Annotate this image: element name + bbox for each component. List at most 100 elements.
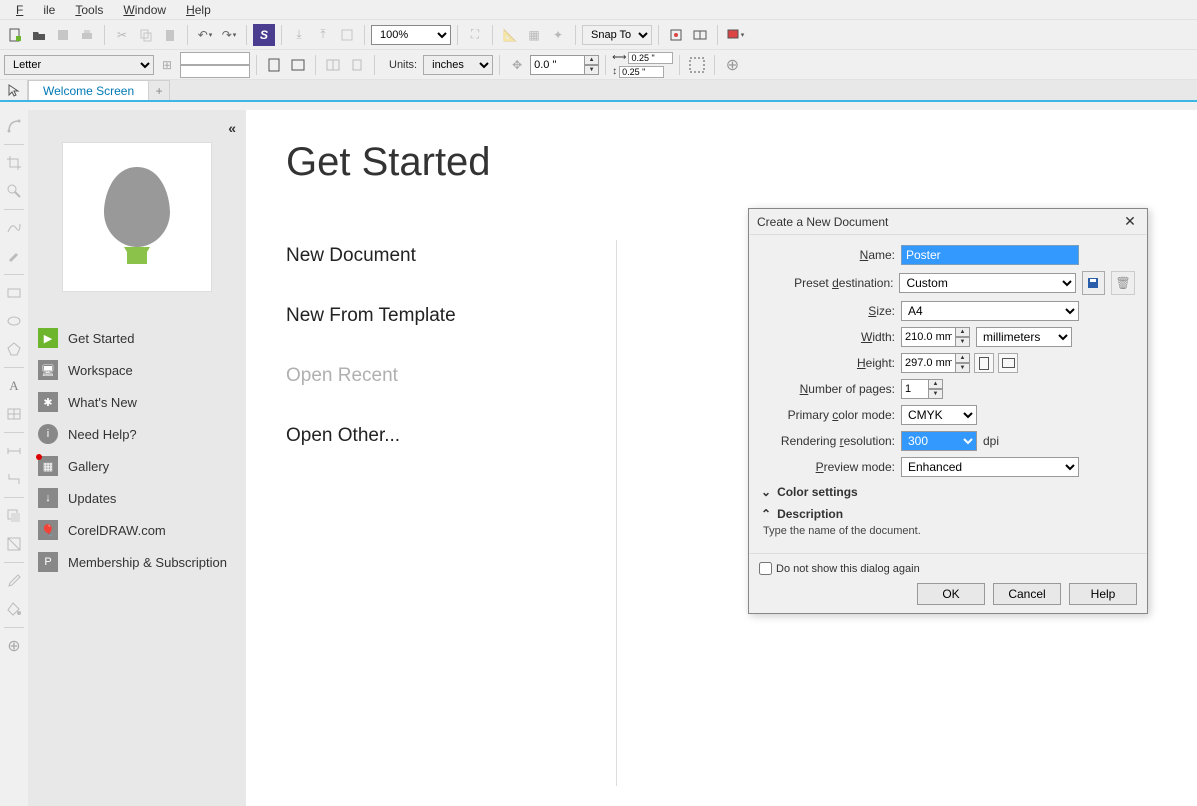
- name-input[interactable]: [901, 245, 1079, 265]
- preset-select[interactable]: Custom: [899, 273, 1075, 293]
- undo-icon[interactable]: ↶: [194, 24, 216, 46]
- pages-input[interactable]: [901, 379, 929, 399]
- menu-help[interactable]: Help: [176, 1, 221, 19]
- side-need-help[interactable]: iNeed Help?: [28, 418, 246, 450]
- color-settings-section[interactable]: ⌄Color settings: [761, 485, 1135, 499]
- description-section[interactable]: ⌃Description: [761, 507, 1135, 521]
- nudge-input[interactable]: [530, 55, 585, 75]
- dup-y-input[interactable]: [619, 66, 664, 78]
- pick-tool-icon[interactable]: [0, 80, 28, 100]
- property-bar: Letter ⊞ Units: inches ✥ ▲▼ ⟷ ↕ ⊕: [0, 50, 1197, 80]
- ellipse-tool-icon[interactable]: [2, 309, 26, 333]
- page-size-select[interactable]: Letter: [4, 55, 154, 75]
- dropshadow-tool-icon[interactable]: [2, 504, 26, 528]
- standard-toolbar: ✂ ↶ ↷ S ⤓ ⤒ 100% ⛶ 📐 ▦ ✦ Snap To: [0, 20, 1197, 50]
- tab-welcome[interactable]: Welcome Screen: [28, 80, 149, 100]
- portrait-orient-icon[interactable]: [974, 353, 994, 373]
- paste-icon[interactable]: [159, 24, 181, 46]
- label-preset: Preset destination:: [761, 276, 899, 290]
- zoom-select[interactable]: 100%: [371, 25, 451, 45]
- snap-to-select[interactable]: Snap To: [582, 25, 652, 45]
- width-units-select[interactable]: millimeters: [976, 327, 1072, 347]
- import-icon[interactable]: ⤓: [288, 24, 310, 46]
- grid-icon[interactable]: ▦: [523, 24, 545, 46]
- label-preview: Preview mode:: [761, 460, 901, 474]
- landscape-orient-icon[interactable]: [998, 353, 1018, 373]
- side-workspace[interactable]: 🖥Workspace: [28, 354, 246, 386]
- shape-tool-icon[interactable]: [2, 114, 26, 138]
- side-get-started[interactable]: ▶Get Started: [28, 322, 246, 354]
- delete-preset-icon[interactable]: 🗑: [1111, 271, 1135, 295]
- transparency-tool-icon[interactable]: [2, 532, 26, 556]
- resolution-select[interactable]: 300: [901, 431, 977, 451]
- connector-tool-icon[interactable]: [2, 467, 26, 491]
- current-page-icon[interactable]: [346, 54, 368, 76]
- page-title: Get Started: [286, 140, 1157, 185]
- welcome-sidebar: « ▶Get Started 🖥Workspace ✱What's New iN…: [28, 110, 246, 806]
- rulers-icon[interactable]: 📐: [499, 24, 521, 46]
- menu-window[interactable]: Window: [113, 1, 176, 19]
- publish-pdf-icon[interactable]: [336, 24, 358, 46]
- artistic-media-icon[interactable]: [2, 244, 26, 268]
- search-content-icon[interactable]: S: [253, 24, 275, 46]
- fullscreen-icon[interactable]: ⛶: [464, 24, 486, 46]
- save-preset-icon[interactable]: [1082, 271, 1106, 295]
- menu-file[interactable]: File: [6, 1, 65, 19]
- options-icon-2[interactable]: [689, 24, 711, 46]
- copy-icon[interactable]: [135, 24, 157, 46]
- cancel-button[interactable]: Cancel: [993, 583, 1061, 605]
- options-icon-1[interactable]: [665, 24, 687, 46]
- label-size: Size:: [761, 304, 901, 318]
- treat-as-filled-icon[interactable]: [686, 54, 708, 76]
- crop-tool-icon[interactable]: [2, 151, 26, 175]
- polygon-tool-icon[interactable]: [2, 337, 26, 361]
- tab-add-icon[interactable]: +: [148, 80, 170, 100]
- preview-select[interactable]: Enhanced: [901, 457, 1079, 477]
- menu-bar: File Tools Window Help: [0, 0, 1197, 20]
- export-icon[interactable]: ⤒: [312, 24, 334, 46]
- new-doc-icon[interactable]: [4, 24, 26, 46]
- table-tool-icon[interactable]: [2, 402, 26, 426]
- label-width: Width:: [761, 330, 901, 344]
- portrait-icon[interactable]: [263, 54, 285, 76]
- launch-icon[interactable]: [724, 24, 746, 46]
- collapse-icon[interactable]: «: [228, 120, 236, 136]
- side-corel[interactable]: 🎈CorelDRAW.com: [28, 514, 246, 546]
- side-updates[interactable]: ↓Updates: [28, 482, 246, 514]
- new-document-dialog: Create a New Document ✕ Name: Preset des…: [748, 208, 1148, 614]
- cut-icon[interactable]: ✂: [111, 24, 133, 46]
- dup-x-input[interactable]: [628, 52, 673, 64]
- eyedropper-tool-icon[interactable]: [2, 569, 26, 593]
- width-input[interactable]: [901, 327, 956, 347]
- side-gallery[interactable]: ▦Gallery: [28, 450, 246, 482]
- dont-show-checkbox[interactable]: Do not show this dialog again: [759, 562, 920, 575]
- size-select[interactable]: A4: [901, 301, 1079, 321]
- side-whats-new[interactable]: ✱What's New: [28, 386, 246, 418]
- quick-customize-icon[interactable]: ⊕: [2, 634, 26, 658]
- save-icon[interactable]: [52, 24, 74, 46]
- units-select[interactable]: inches: [423, 55, 493, 75]
- side-membership[interactable]: PMembership & Subscription: [28, 546, 246, 578]
- redo-icon[interactable]: ↷: [218, 24, 240, 46]
- add-icon[interactable]: ⊕: [721, 54, 743, 76]
- rectangle-tool-icon[interactable]: [2, 281, 26, 305]
- print-icon[interactable]: [76, 24, 98, 46]
- dimension-tool-icon[interactable]: [2, 439, 26, 463]
- height-input[interactable]: [901, 353, 956, 373]
- zoom-tool-icon[interactable]: [2, 179, 26, 203]
- guidelines-icon[interactable]: ✦: [547, 24, 569, 46]
- ok-button[interactable]: OK: [917, 583, 985, 605]
- menu-tools[interactable]: Tools: [65, 1, 113, 19]
- page-height-input[interactable]: [180, 65, 250, 78]
- fill-tool-icon[interactable]: [2, 597, 26, 621]
- all-pages-icon[interactable]: [322, 54, 344, 76]
- units-label: Units:: [389, 59, 417, 71]
- close-icon[interactable]: ✕: [1121, 213, 1139, 231]
- freehand-tool-icon[interactable]: [2, 216, 26, 240]
- landscape-icon[interactable]: [287, 54, 309, 76]
- page-width-input[interactable]: [180, 52, 250, 65]
- text-tool-icon[interactable]: A: [2, 374, 26, 398]
- open-icon[interactable]: [28, 24, 50, 46]
- color-mode-select[interactable]: CMYK: [901, 405, 977, 425]
- help-button[interactable]: Help: [1069, 583, 1137, 605]
